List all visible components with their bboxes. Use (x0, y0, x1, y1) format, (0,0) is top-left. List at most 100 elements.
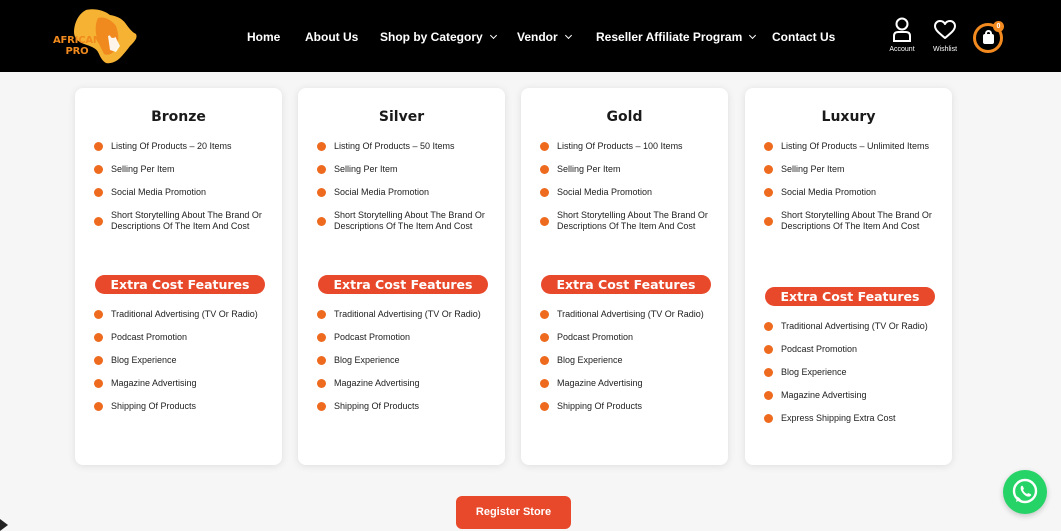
feature-text: Traditional Advertising (TV Or Radio) (111, 309, 258, 319)
nav-shop-by-category-label: Shop by Category (380, 30, 483, 44)
plan-features-list: Listing Of Products – 50 Items Selling P… (317, 141, 491, 244)
bullet-dot-icon (540, 216, 549, 226)
bullet-dot-icon (540, 142, 549, 151)
feature-item: Short Storytelling About The Brand Or De… (317, 210, 491, 232)
feature-text: Social Media Promotion (557, 187, 653, 197)
nav-vendor[interactable]: Vendor (517, 30, 572, 44)
nav-home[interactable]: Home (247, 30, 280, 44)
extra-feature-item: Blog Experience (317, 355, 491, 366)
bullet-dot-icon (540, 188, 549, 197)
bullet-dot-icon (94, 402, 103, 411)
wishlist-button[interactable]: Wishlist (927, 15, 963, 57)
feature-text: Blog Experience (781, 367, 847, 377)
feature-text: Listing Of Products – 100 Items (557, 141, 683, 151)
plan-features-list: Listing Of Products – 100 Items Selling … (540, 141, 714, 244)
feature-text: Magazine Advertising (781, 390, 867, 400)
extra-features-list: Traditional Advertising (TV Or Radio) Po… (94, 309, 268, 424)
feature-text: Shipping Of Products (334, 401, 420, 411)
feature-text: Selling Per Item (781, 164, 845, 174)
extra-feature-item: Podcast Promotion (764, 344, 938, 355)
feature-item: Social Media Promotion (94, 187, 268, 198)
feature-item: Social Media Promotion (317, 187, 491, 198)
nav-reseller-affiliate-program[interactable]: Reseller Affiliate Program (596, 30, 757, 44)
feature-item: Social Media Promotion (764, 187, 938, 198)
extra-feature-item: Express Shipping Extra Cost (764, 413, 938, 424)
extra-cost-features-badge: Extra Cost Features (95, 275, 265, 294)
feature-text: Podcast Promotion (781, 344, 858, 354)
extra-cost-features-badge: Extra Cost Features (765, 287, 935, 306)
feature-item: Selling Per Item (540, 164, 714, 175)
feature-text: Social Media Promotion (111, 187, 207, 197)
nav-about-us[interactable]: About Us (305, 30, 358, 44)
feature-text: Social Media Promotion (781, 187, 877, 197)
logo-text-line-1: AFRICAN (53, 35, 102, 46)
bullet-dot-icon (317, 310, 326, 319)
plan-features-list: Listing Of Products – Unlimited Items Se… (764, 141, 938, 244)
feature-text: Podcast Promotion (334, 332, 411, 342)
bullet-dot-icon (94, 379, 103, 388)
bullet-dot-icon (94, 333, 103, 342)
logo-text-line-2: PRO (65, 46, 89, 57)
feature-item: Listing Of Products – Unlimited Items (764, 141, 938, 152)
feature-text: Magazine Advertising (334, 378, 420, 388)
feature-item: Short Storytelling About The Brand Or De… (764, 210, 938, 232)
feature-text: Short Storytelling About The Brand Or De… (781, 210, 932, 231)
bullet-dot-icon (764, 322, 773, 331)
bullet-dot-icon (764, 142, 773, 151)
whatsapp-chat-button[interactable] (1003, 470, 1047, 514)
bullet-dot-icon (317, 165, 326, 174)
extra-cost-features-badge: Extra Cost Features (541, 275, 711, 294)
feature-item: Selling Per Item (94, 164, 268, 175)
plan-title: Luxury (821, 109, 876, 125)
feature-item: Selling Per Item (317, 164, 491, 175)
chevron-down-icon (749, 31, 757, 40)
feature-text: Selling Per Item (111, 164, 175, 174)
feature-text: Social Media Promotion (334, 187, 430, 197)
extra-feature-item: Shipping Of Products (540, 401, 714, 412)
feature-item: Listing Of Products – 20 Items (94, 141, 268, 152)
plan-title: Gold (606, 109, 643, 125)
nav-shop-by-category[interactable]: Shop by Category (380, 30, 497, 44)
nav-contact-us[interactable]: Contact Us (772, 30, 835, 44)
bullet-dot-icon (540, 402, 549, 411)
bullet-dot-icon (94, 142, 103, 151)
nav-contact-us-label: Contact Us (772, 30, 836, 44)
nav-vendor-label: Vendor (517, 30, 558, 44)
extra-features-list: Traditional Advertising (TV Or Radio) Po… (540, 309, 714, 424)
register-store-button[interactable]: Register Store (456, 496, 571, 529)
feature-text: Short Storytelling About The Brand Or De… (334, 210, 485, 231)
chevron-down-icon (564, 31, 572, 40)
feature-text: Traditional Advertising (TV Or Radio) (334, 309, 481, 319)
cart-button[interactable]: 0 (973, 21, 1004, 53)
feature-text: Traditional Advertising (TV Or Radio) (781, 321, 928, 331)
extra-feature-item: Shipping Of Products (94, 401, 268, 412)
bullet-dot-icon (540, 310, 549, 319)
extra-feature-item: Blog Experience (94, 355, 268, 366)
bullet-dot-icon (94, 310, 103, 319)
extra-feature-item: Shipping Of Products (317, 401, 491, 412)
feature-text: Blog Experience (334, 355, 400, 365)
bullet-dot-icon (764, 165, 773, 174)
heart-icon (934, 20, 956, 39)
feature-text: Listing Of Products – 20 Items (111, 141, 232, 151)
feature-text: Magazine Advertising (557, 378, 643, 388)
plan-title: Bronze (151, 109, 206, 125)
feature-text: Magazine Advertising (111, 378, 197, 388)
user-icon (893, 17, 911, 42)
bullet-dot-icon (317, 333, 326, 342)
extra-feature-item: Magazine Advertising (764, 390, 938, 401)
bullet-dot-icon (94, 356, 103, 365)
account-button[interactable]: Account (884, 15, 920, 57)
logo-text: AFRICAN PRO (53, 35, 101, 57)
plan-card-luxury: Luxury Listing Of Products – Unlimited I… (745, 88, 952, 465)
extra-feature-item: Blog Experience (764, 367, 938, 378)
feature-item: Social Media Promotion (540, 187, 714, 198)
extra-feature-item: Traditional Advertising (TV Or Radio) (94, 309, 268, 320)
extra-feature-item: Podcast Promotion (94, 332, 268, 343)
bullet-dot-icon (317, 188, 326, 197)
african-pro-logo[interactable]: AFRICAN PRO (50, 6, 145, 66)
extra-feature-item: Traditional Advertising (TV Or Radio) (317, 309, 491, 320)
bullet-dot-icon (764, 345, 773, 354)
plan-card-bronze: Bronze Listing Of Products – 20 Items Se… (75, 88, 282, 465)
bullet-dot-icon (317, 216, 326, 226)
